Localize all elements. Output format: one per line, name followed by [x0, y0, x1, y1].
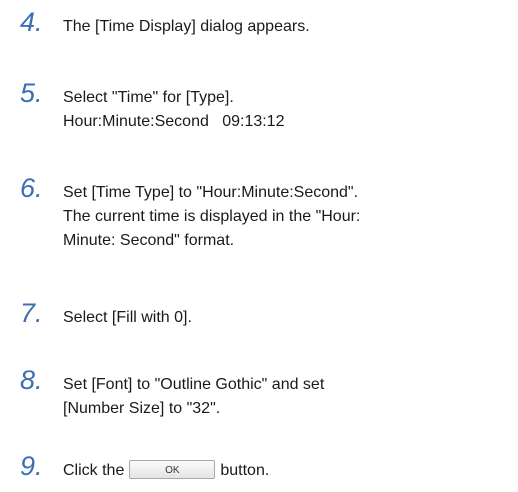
step-text-before-button: Click the [63, 462, 125, 479]
step-number: 5. [20, 78, 43, 108]
step-text: The [Time Display] dialog appears. [63, 15, 513, 39]
step-text: Select "Time" for [Type]. Hour:Minute:Se… [63, 86, 513, 134]
step-text-after-button: button. [220, 462, 270, 479]
step-text-line: Select [Fill with 0]. [63, 309, 192, 326]
step-number: 9. [20, 451, 43, 481]
step-text: Click the OK button. [63, 459, 513, 483]
step-text-line: Select "Time" for [Type]. [63, 89, 234, 106]
step-number: 6. [20, 173, 43, 203]
step-text-line: The [Time Display] dialog appears. [63, 18, 310, 35]
step-text-line: Set [Time Type] to "Hour:Minute:Second". [63, 184, 359, 201]
step-text: Select [Fill with 0]. [63, 306, 513, 330]
step-text-line: Minute: Second" format. [63, 232, 235, 249]
step-text-line: Click the OK button. [63, 459, 513, 483]
ok-button[interactable]: OK [129, 459, 216, 479]
step-text-line: Set [Font] to "Outline Gothic" and set [63, 376, 325, 393]
step-text-line: Hour:Minute:Second 09:13:12 [63, 113, 285, 130]
step-number: 8. [20, 365, 43, 395]
step-text: Set [Time Type] to "Hour:Minute:Second".… [63, 181, 513, 253]
step-text: Set [Font] to "Outline Gothic" and set [… [63, 373, 513, 421]
step-text-line: The current time is displayed in the "Ho… [63, 208, 361, 225]
step-number: 4. [20, 7, 43, 37]
step-text-line: [Number Size] to "32". [63, 400, 221, 417]
step-number: 7. [20, 298, 43, 328]
